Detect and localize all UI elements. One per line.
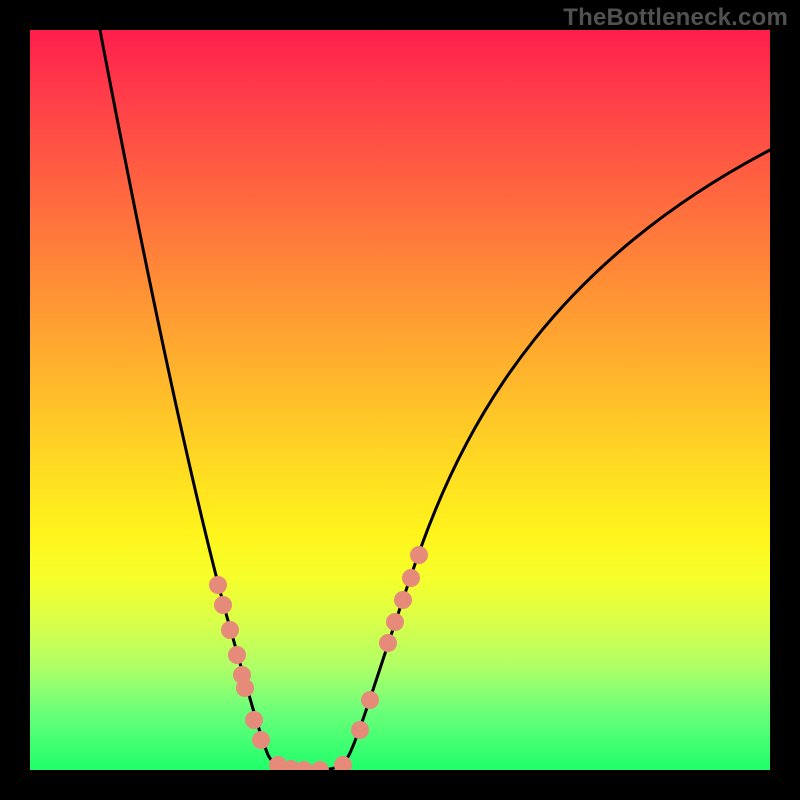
data-point: [361, 691, 379, 709]
watermark-text: TheBottleneck.com: [563, 4, 788, 32]
data-point: [311, 761, 329, 770]
data-point: [214, 596, 232, 614]
data-point: [236, 679, 254, 697]
data-point: [410, 546, 428, 564]
data-points: [209, 546, 428, 770]
data-point: [209, 576, 227, 594]
data-point: [379, 634, 397, 652]
data-point: [351, 721, 369, 739]
data-point: [402, 569, 420, 587]
bottleneck-curve: [100, 30, 770, 770]
data-point: [228, 646, 246, 664]
data-point: [295, 761, 313, 770]
data-point: [334, 756, 352, 770]
data-point: [386, 613, 404, 631]
data-point: [245, 711, 263, 729]
data-point: [394, 591, 412, 609]
chart-plot: [30, 30, 770, 770]
data-point: [221, 621, 239, 639]
data-point: [252, 731, 270, 749]
